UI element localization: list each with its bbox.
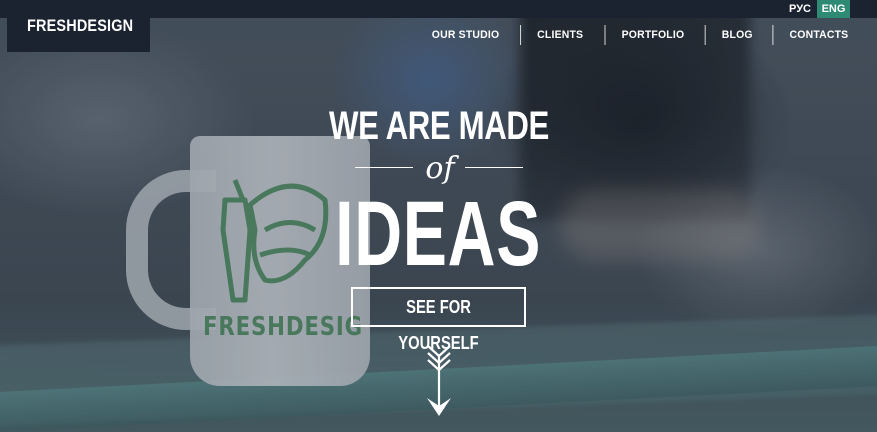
connector-rule-right [465,167,523,168]
brand-logo[interactable]: FRESHDESIGN [7,0,150,52]
nav-our-studio[interactable]: OUR STUDIO [416,25,516,45]
down-arrow-icon[interactable] [420,344,458,418]
hero-connector: of [355,153,525,185]
nav-contacts[interactable]: CONTACTS [772,25,865,45]
nav-blog[interactable]: BLOG [704,25,768,45]
hero-headline-top: WE ARE MADE [0,104,877,149]
nav-clients[interactable]: CLIENTS [520,25,599,45]
language-ru[interactable]: РУС [784,0,816,18]
nav-portfolio[interactable]: PORTFOLIO [604,25,700,45]
hero-connector-text: of [425,151,455,186]
main-nav: OUR STUDIO CLIENTS PORTFOLIO BLOG CONTAC… [413,25,867,45]
hero-headline-top-text: WE ARE MADE [328,104,549,148]
hero-headline-main: IDEAS [0,188,877,280]
brand-name: FRESHDESIGN [27,16,134,35]
language-en[interactable]: ENG [817,0,850,18]
hero-headline-main-text: IDEAS [335,183,542,285]
see-for-yourself-button[interactable]: SEE FOR YOURSELF [351,287,526,353]
